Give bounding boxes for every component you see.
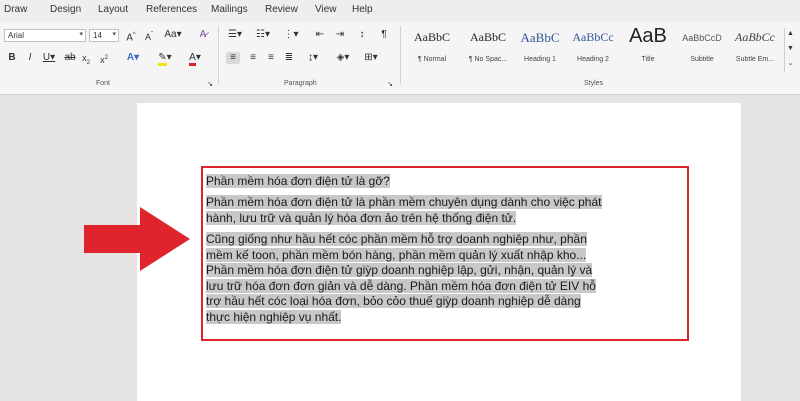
align-left-icon[interactable]: ≡ [226,52,240,64]
text-effects-icon[interactable]: A▾ [126,52,140,64]
show-formatting-icon[interactable]: ¶ [378,29,390,41]
numbering-icon[interactable]: ☷▾ [254,29,272,41]
line-text: trợ hầu hết cóc loại hóa đơn, bỏo cỏo th… [206,294,581,308]
line-text: mềm kế toon, phần mềm bón hàng, phần mềm… [206,248,587,262]
strikethrough-icon[interactable]: ab [64,52,76,64]
menu-draw[interactable]: Draw [4,4,27,15]
chevron-up-icon[interactable]: ▲ [786,28,795,40]
menu-layout[interactable]: Layout [98,4,128,15]
font-name-value: Arial [8,31,25,40]
style-name: Subtitle [690,56,714,63]
increase-indent-icon[interactable]: ⇥ [334,29,346,41]
line-text: Phần mềm hóa đơn điện tử là gỡ? [206,174,390,188]
doc-line-6[interactable]: Phần mềm hóa đơn điện tử giỳp doanh nghi… [206,263,593,278]
style-preview: AaBbCc [572,30,614,44]
style-preview: AaBbC [414,30,450,44]
doc-line-7[interactable]: lưu trữ hóa đơn đơn giản và dễ dàng. Phầ… [206,279,596,294]
red-arrow-icon [84,207,190,271]
menu-view[interactable]: View [315,4,337,15]
line-text: thực hiện nghiệp vụ nhất. [206,310,342,324]
multilevel-list-icon[interactable]: ⋮▾ [282,29,300,41]
borders-icon[interactable]: ⊞▾ [362,52,380,64]
doc-line-2[interactable]: Phần mềm hóa đơn điện tử là phần mềm chu… [206,195,602,210]
dialog-launcher-icon[interactable]: ↘ [206,79,214,91]
doc-line-8[interactable]: trợ hầu hết cóc loại hóa đơn, bỏo cỏo th… [206,294,581,309]
line-text: Phần mềm hóa đơn điện tử là phần mềm chu… [206,195,602,209]
underline-icon[interactable]: U▾ [42,52,56,64]
style-name: Heading 2 [577,56,609,63]
styles-group-label: Styles [584,80,604,87]
style-preview: AaB [629,25,667,47]
font-color-icon[interactable]: A▾ [186,52,204,66]
paragraph-group-label: Paragraph [284,80,317,87]
font-name-combo[interactable]: Arial ▾ [4,29,86,42]
line-spacing-icon[interactable]: ↨▾ [304,52,322,64]
line-text: Cũng giống như hầu hết cóc phần mềm hỗ t… [206,232,587,246]
shrink-font-icon[interactable]: Aˇ [142,29,156,43]
menu-mailings[interactable]: Mailings [211,4,248,15]
line-text: lưu trữ hóa đơn đơn giản và dễ dàng. Phầ… [206,279,596,293]
style-name: Subtle Em... [735,56,775,63]
style-name: ¶ No Spac... [468,56,508,63]
dialog-launcher-icon[interactable]: ↘ [386,79,394,91]
doc-line-1[interactable]: Phần mềm hóa đơn điện tử là gỡ? [206,174,390,189]
style-name: Title [641,56,655,63]
bullets-icon[interactable]: ☰▾ [226,29,244,41]
subscript-icon[interactable]: x2 [80,52,92,69]
chevron-down-icon: ▾ [79,31,83,38]
line-text: Phần mềm hóa đơn điện tử giỳp doanh nghi… [206,263,593,277]
grow-font-icon[interactable]: A^ [124,29,138,44]
style-preview: AaBbCcD [682,33,722,43]
doc-line-9[interactable]: thực hiện nghiệp vụ nhất. [206,310,342,325]
divider [400,26,401,84]
doc-line-5[interactable]: mềm kế toon, phần mềm bón hàng, phần mềm… [206,248,587,263]
style-name: Heading 1 [524,56,556,63]
bold-icon[interactable]: B [6,52,18,64]
menu-design[interactable]: Design [50,4,81,15]
style-preview: AaBbC [520,30,560,45]
ribbon: Arial ▾ 14 ▾ A^ Aˇ Aa▾ A̷ B I U▾ ab x2 x… [0,22,800,95]
style-preview: AaBbC [470,30,506,44]
superscript-icon[interactable]: x2 [98,52,110,66]
chevron-down-icon: ▾ [112,31,116,38]
doc-line-3[interactable]: hành, lưu trữ và quản lý hóa đơn ảo trên… [206,211,517,226]
style-preview: AaBbCc [735,30,775,44]
expand-gallery-icon[interactable]: ⌄ [786,58,795,70]
divider [218,26,219,84]
italic-icon[interactable]: I [24,52,36,64]
align-right-icon[interactable]: ≡ [264,52,278,64]
doc-line-4[interactable]: Cũng giống như hầu hết cóc phần mềm hỗ t… [206,232,587,247]
align-center-icon[interactable]: ≡ [246,52,260,64]
font-size-combo[interactable]: 14 ▾ [89,29,119,42]
chevron-down-icon[interactable]: ▼ [786,43,795,55]
change-case-icon[interactable]: Aa▾ [162,29,184,41]
shading-icon[interactable]: ◈▾ [334,52,352,64]
menu-help[interactable]: Help [352,4,373,15]
decrease-indent-icon[interactable]: ⇤ [314,29,326,41]
styles-gallery-scroller[interactable]: ▲ ▼ ⌄ [784,28,795,72]
menu-references[interactable]: References [146,4,197,15]
clear-formatting-icon[interactable]: A̷ [196,29,210,41]
justify-icon[interactable]: ≣ [282,52,296,64]
highlight-color-icon[interactable]: ✎▾ [156,52,174,66]
style-name: ¶ Normal [417,56,447,63]
font-size-value: 14 [93,31,102,40]
line-text: hành, lưu trữ và quản lý hóa đơn ảo trên… [206,211,517,225]
font-group-label: Font [96,80,111,87]
menu-bar: Draw Design Layout References Mailings R… [0,0,800,22]
sort-icon[interactable]: ↕ [356,29,368,41]
menu-review[interactable]: Review [265,4,298,15]
